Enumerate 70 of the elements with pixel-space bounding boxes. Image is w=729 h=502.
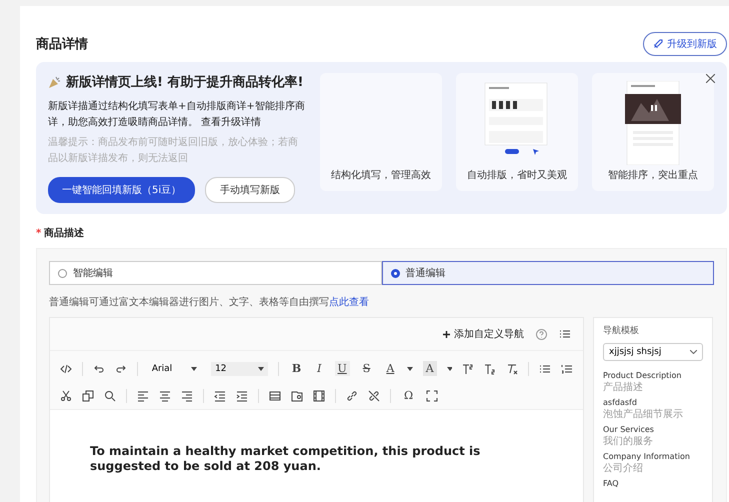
copy-icon[interactable]	[82, 390, 94, 402]
bold-button[interactable]: B	[288, 361, 304, 376]
clear-format-icon[interactable]	[506, 362, 518, 374]
caret-icon[interactable]	[446, 366, 452, 370]
close-icon[interactable]	[706, 74, 715, 83]
add-nav-button[interactable]: 添加自定义导航	[443, 327, 524, 341]
chevron-icon	[690, 350, 697, 354]
code-icon[interactable]	[60, 362, 72, 374]
field-label-text: 商品描述	[44, 228, 84, 239]
table-icon[interactable]	[269, 390, 281, 402]
film-icon[interactable]	[313, 390, 325, 402]
highlight-button[interactable]: A	[422, 361, 437, 376]
help-icon[interactable]	[536, 328, 547, 340]
caret-icon	[191, 366, 198, 370]
manual-fill-button[interactable]: 手动填写新版	[205, 177, 296, 203]
help-text: 普通编辑可通过富文本编辑器进行图片、文字、表格等自由撰写点此查看	[49, 296, 370, 309]
superscript-icon[interactable]	[462, 362, 474, 374]
nav-item-title[interactable]: Company Information	[603, 452, 703, 461]
caret-icon	[258, 366, 264, 370]
strike-button[interactable]: S	[360, 361, 374, 376]
undo-icon[interactable]	[92, 362, 105, 374]
banner-heading: 新版详情页上线! 有助于提升商品转化率!	[66, 74, 304, 91]
card-caption: 自动排版，省时又美观	[467, 168, 567, 182]
color-button[interactable]: A	[383, 361, 398, 376]
nav-item-title[interactable]: asfdasfd	[603, 398, 703, 407]
editor-text: To maintain a healthy market competition, this product is suggested to be sold at 208 yuan.	[89, 443, 482, 474]
indent-icon[interactable]	[236, 390, 248, 402]
plus-icon	[443, 330, 450, 338]
align-left-icon[interactable]	[137, 390, 149, 402]
subscript-icon[interactable]	[484, 362, 496, 374]
unlink-icon[interactable]	[368, 390, 380, 402]
align-right-icon[interactable]	[181, 390, 193, 402]
template-select[interactable]: xjjsjsj shsjsj	[603, 343, 703, 361]
mode-option[interactable]: 智能编辑	[49, 261, 382, 285]
nav-item-subtitle: 产品描述	[603, 380, 644, 394]
nav-item-title[interactable]: FAQ	[603, 479, 703, 488]
panel-title: 导航模板	[603, 324, 640, 337]
find-icon[interactable]	[104, 390, 116, 402]
nav-item-title[interactable]: Our Services	[603, 425, 703, 434]
required-mark: *	[36, 228, 42, 239]
image-icon[interactable]	[291, 390, 303, 402]
italic-button[interactable]: I	[314, 361, 324, 376]
align-center-icon[interactable]	[159, 390, 171, 402]
caret-icon[interactable]	[407, 366, 413, 370]
card-caption: 结构化填写，管理高效	[331, 168, 431, 182]
numbered-list-icon[interactable]	[560, 362, 573, 374]
party-popper-icon	[48, 75, 62, 89]
nav-item-subtitle: 我们的服务	[603, 434, 654, 448]
nav-item-title[interactable]: Product Description	[603, 371, 703, 380]
fullscreen-icon[interactable]	[426, 390, 438, 402]
outdent-icon[interactable]	[214, 390, 226, 402]
special-character-button[interactable]: Ω	[401, 388, 416, 403]
redo-icon[interactable]	[114, 362, 127, 374]
size-select[interactable]: 12	[211, 362, 268, 376]
page-title: 商品详情	[36, 36, 88, 53]
banner-note: 温馨提示：商品发布前可随时返回旧版，放心体验；若商品以新版详描发布，则无法返回	[48, 136, 299, 166]
upgrade-button[interactable]: 升级到新版	[643, 32, 727, 56]
nav-item-subtitle: 公司介绍	[603, 462, 644, 475]
underline-button[interactable]: U	[334, 361, 350, 376]
link-icon[interactable]	[346, 390, 358, 402]
card-caption: 智能排序，突出重点	[608, 168, 698, 182]
cut-icon[interactable]	[60, 390, 72, 402]
view-link[interactable]: 点此查看	[329, 297, 369, 308]
banner-description: 新版详描通过结构化填写表单+自动排版商详+智能排序商详，助您高效打造吸睛商品详情。 查看升级详情	[48, 100, 306, 130]
nav-item-subtitle: 泡蚀产品细节展示	[603, 408, 684, 421]
bullet-list-icon[interactable]	[559, 328, 571, 340]
bullet-list-icon[interactable]	[538, 362, 551, 374]
auto-fill-button[interactable]: 一键智能回填新版（5i豆）	[48, 177, 196, 203]
font-select[interactable]: Arial	[148, 362, 202, 376]
mode-option[interactable]: 普通编辑	[382, 261, 714, 285]
